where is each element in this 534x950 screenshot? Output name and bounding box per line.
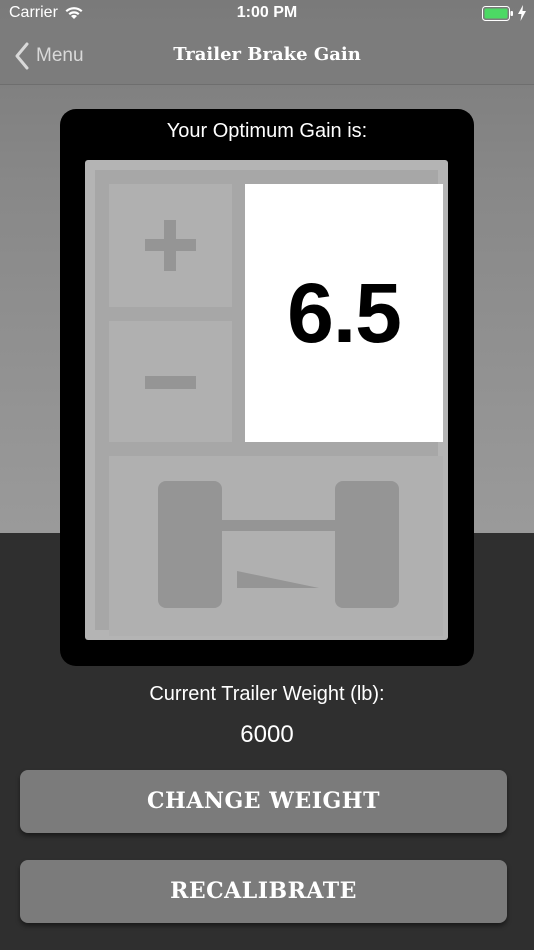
- gain-card: Your Optimum Gain is: 6.5: [60, 109, 474, 666]
- plus-icon: [145, 220, 196, 271]
- navigation-bar: Menu Trailer Brake Gain: [0, 28, 534, 85]
- page-title: Trailer Brake Gain: [173, 44, 361, 65]
- minus-icon: [145, 376, 196, 389]
- status-bar: Carrier 1:00 PM: [0, 0, 534, 28]
- change-weight-button[interactable]: CHANGE WEIGHT: [20, 770, 507, 833]
- trailer-axle-icon: [158, 481, 399, 608]
- charging-bolt-icon: [518, 5, 526, 21]
- trailer-weight-label: Current Trailer Weight (lb):: [149, 683, 385, 705]
- recalibrate-button[interactable]: RECALIBRATE: [20, 860, 507, 923]
- gain-increase-button[interactable]: [109, 184, 232, 307]
- gain-value: 6.5: [287, 265, 402, 360]
- gain-decrease-button[interactable]: [109, 321, 232, 442]
- status-time: 1:00 PM: [236, 4, 298, 21]
- trailer-axle-area: [109, 456, 443, 636]
- gain-heading: Your Optimum Gain is:: [166, 120, 368, 142]
- gain-display: 6.5: [245, 184, 443, 442]
- battery-icon: [482, 6, 513, 21]
- brake-controller-panel: 6.5: [85, 160, 448, 640]
- controller-panel-inner: 6.5: [95, 170, 443, 636]
- trailer-weight-value: 6000: [240, 721, 294, 748]
